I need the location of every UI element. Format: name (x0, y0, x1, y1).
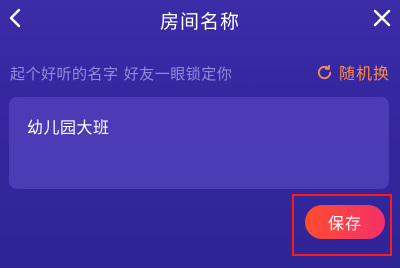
room-name-dialog: 房间名称 起个好听的名字 好友一眼锁定你 随机换 幼儿园大班 保存 (0, 0, 400, 268)
name-hint-text: 起个好听的名字 好友一眼锁定你 (10, 65, 233, 83)
page-title: 房间名称 (159, 11, 240, 33)
randomize-button[interactable]: 随机换 (316, 61, 390, 83)
randomize-label: 随机换 (338, 64, 390, 83)
close-icon[interactable] (370, 6, 394, 30)
header: 房间名称 (0, 0, 400, 42)
save-button[interactable]: 保存 (305, 205, 385, 239)
room-name-input[interactable]: 幼儿园大班 (9, 97, 389, 189)
refresh-icon (316, 64, 333, 81)
room-name-value: 幼儿园大班 (27, 118, 110, 137)
